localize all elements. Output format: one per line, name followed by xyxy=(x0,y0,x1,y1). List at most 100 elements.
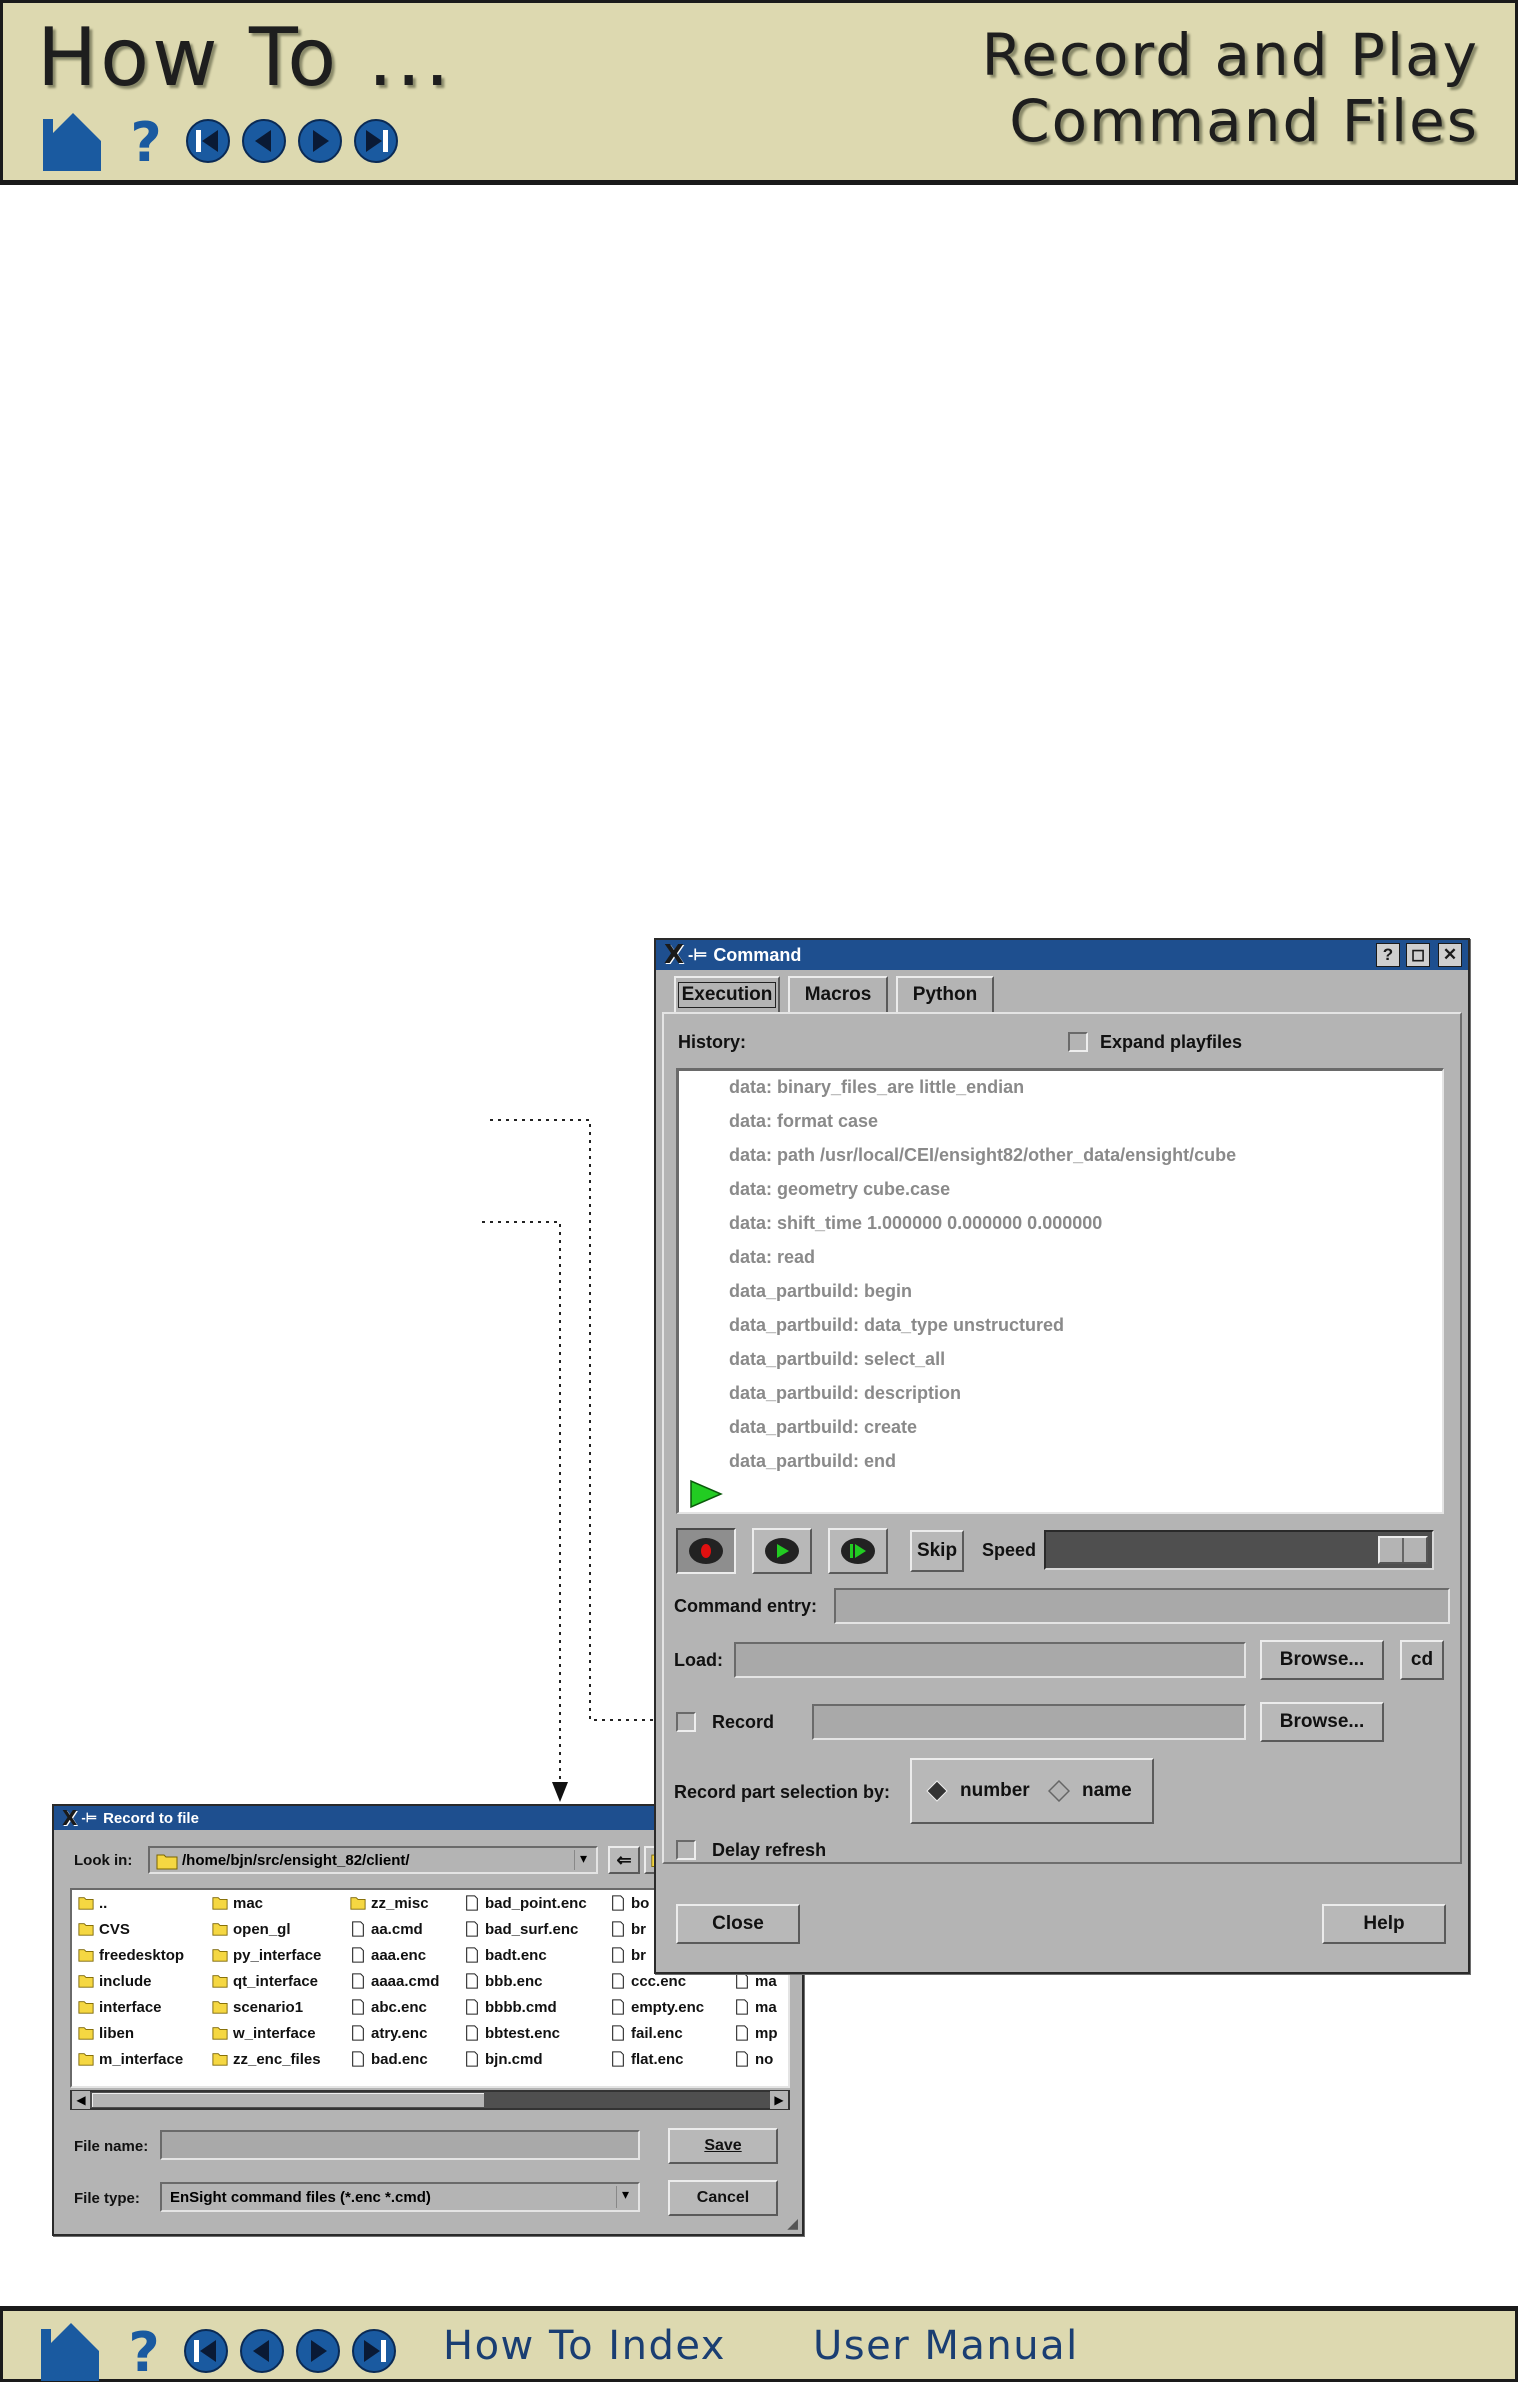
folder-item[interactable]: py_interface xyxy=(212,1946,321,1964)
file-item[interactable]: bo xyxy=(610,1894,649,1912)
delay-refresh-checkbox[interactable] xyxy=(676,1840,696,1860)
file-item[interactable]: no xyxy=(734,2050,773,2068)
chevron-down-icon[interactable]: ▾ xyxy=(574,1850,592,1870)
file-item[interactable]: br xyxy=(610,1920,646,1938)
speed-slider[interactable] xyxy=(1044,1530,1434,1570)
history-row[interactable]: data_partbuild: end xyxy=(729,1451,896,1472)
folder-item[interactable]: w_interface xyxy=(212,2024,316,2042)
history-row[interactable]: data_partbuild: create xyxy=(729,1417,917,1438)
file-item[interactable]: aa.cmd xyxy=(350,1920,423,1938)
file-item[interactable]: br xyxy=(610,1946,646,1964)
play-button[interactable] xyxy=(752,1528,812,1574)
help-icon[interactable]: ? xyxy=(123,2323,165,2379)
file-item[interactable]: fail.enc xyxy=(610,2024,683,2042)
last-page-icon[interactable] xyxy=(351,2328,397,2374)
history-row[interactable]: data_partbuild: begin xyxy=(729,1281,912,1302)
back-button[interactable]: ⇐ xyxy=(608,1846,640,1874)
folder-item[interactable]: open_gl xyxy=(212,1920,291,1938)
file-item[interactable]: bbtest.enc xyxy=(464,2024,560,2042)
maximize-icon[interactable]: ◻ xyxy=(1406,943,1430,967)
history-row[interactable]: data_partbuild: data_type unstructured xyxy=(729,1315,1064,1336)
file-item[interactable]: ccc.enc xyxy=(610,1972,686,1990)
next-page-icon[interactable] xyxy=(295,2328,341,2374)
load-browse-button[interactable]: Browse... xyxy=(1260,1640,1384,1680)
home-icon[interactable] xyxy=(37,2321,103,2381)
resize-grip-icon[interactable]: ◢ xyxy=(787,2215,798,2232)
radio-number[interactable]: number xyxy=(926,1780,1030,1802)
tab-macros[interactable]: Macros xyxy=(788,976,888,1012)
record-checkbox[interactable] xyxy=(676,1712,696,1732)
home-icon[interactable] xyxy=(39,111,105,171)
scroll-left-icon[interactable]: ◀ xyxy=(72,2091,90,2109)
folder-item[interactable]: m_interface xyxy=(78,2050,183,2068)
cancel-button[interactable]: Cancel xyxy=(668,2180,778,2216)
user-manual-link[interactable]: User Manual xyxy=(813,2323,1079,2369)
expand-playfiles-checkbox[interactable] xyxy=(1068,1032,1088,1052)
folder-item[interactable]: qt_interface xyxy=(212,1972,318,1990)
history-row[interactable]: data: read xyxy=(729,1247,815,1268)
file-item[interactable]: empty.enc xyxy=(610,1998,704,2016)
history-row[interactable]: data_partbuild: select_all xyxy=(729,1349,945,1370)
file-name-field[interactable] xyxy=(160,2130,640,2160)
folder-item[interactable]: include xyxy=(78,1972,152,1990)
file-item[interactable]: bjn.cmd xyxy=(464,2050,543,2068)
file-item[interactable]: bad.enc xyxy=(350,2050,428,2068)
file-item[interactable]: atry.enc xyxy=(350,2024,427,2042)
file-item[interactable]: mp xyxy=(734,2024,778,2042)
tab-execution[interactable]: Execution xyxy=(674,976,780,1012)
history-row[interactable]: data_partbuild: description xyxy=(729,1383,961,1404)
previous-page-icon[interactable] xyxy=(239,2328,285,2374)
file-item[interactable]: bbbb.cmd xyxy=(464,1998,557,2016)
how-to-index-link[interactable]: How To Index xyxy=(443,2323,726,2369)
tab-python[interactable]: Python xyxy=(896,976,994,1012)
command-entry-field[interactable] xyxy=(834,1588,1450,1624)
history-row[interactable]: data: shift_time 1.000000 0.000000 0.000… xyxy=(729,1213,1102,1234)
folder-item[interactable]: liben xyxy=(78,2024,134,2042)
folder-item[interactable]: zz_misc xyxy=(350,1894,429,1912)
history-row[interactable]: data: path /usr/local/CEI/ensight82/othe… xyxy=(729,1145,1236,1166)
file-item[interactable]: flat.enc xyxy=(610,2050,684,2068)
cd-button[interactable]: cd xyxy=(1400,1640,1444,1680)
previous-page-icon[interactable] xyxy=(241,118,287,164)
help-icon[interactable]: ? xyxy=(125,113,167,169)
first-page-icon[interactable] xyxy=(183,2328,229,2374)
help-window-icon[interactable]: ? xyxy=(1376,943,1400,967)
record-field[interactable] xyxy=(812,1704,1246,1740)
file-item[interactable]: abc.enc xyxy=(350,1998,427,2016)
speed-slider-thumb[interactable] xyxy=(1378,1536,1428,1564)
close-window-icon[interactable]: ✕ xyxy=(1438,943,1462,967)
step-button[interactable] xyxy=(828,1528,888,1574)
folder-item[interactable]: CVS xyxy=(78,1920,130,1938)
chevron-down-icon[interactable]: ▾ xyxy=(616,2186,634,2208)
folder-item[interactable]: .. xyxy=(78,1894,107,1912)
record-toggle-button[interactable] xyxy=(676,1528,736,1574)
folder-item[interactable]: scenario1 xyxy=(212,1998,303,2016)
history-row[interactable]: data: binary_files_are little_endian xyxy=(729,1077,1024,1098)
file-item[interactable]: aaaa.cmd xyxy=(350,1972,439,1990)
first-page-icon[interactable] xyxy=(185,118,231,164)
folder-item[interactable]: mac xyxy=(212,1894,263,1912)
file-item[interactable]: bad_point.enc xyxy=(464,1894,587,1912)
history-row[interactable]: data: format case xyxy=(729,1111,878,1132)
file-item[interactable]: ma xyxy=(734,1998,777,2016)
file-item[interactable]: bad_surf.enc xyxy=(464,1920,578,1938)
load-field[interactable] xyxy=(734,1642,1246,1678)
next-page-icon[interactable] xyxy=(297,118,343,164)
close-button[interactable]: Close xyxy=(676,1904,800,1944)
file-item[interactable]: aaa.enc xyxy=(350,1946,426,1964)
record-browse-button[interactable]: Browse... xyxy=(1260,1702,1384,1742)
scroll-right-icon[interactable]: ▶ xyxy=(770,2091,788,2109)
skip-button[interactable]: Skip xyxy=(910,1530,964,1572)
last-page-icon[interactable] xyxy=(353,118,399,164)
look-in-combo[interactable]: /home/bjn/src/ensight_82/client/ ▾ xyxy=(148,1846,598,1874)
file-item[interactable]: badt.enc xyxy=(464,1946,547,1964)
pin-icon[interactable]: -⊨ xyxy=(81,1810,97,1826)
history-row[interactable]: data: geometry cube.case xyxy=(729,1179,950,1200)
save-button[interactable]: Save xyxy=(668,2128,778,2164)
folder-item[interactable]: freedesktop xyxy=(78,1946,184,1964)
radio-name[interactable]: name xyxy=(1048,1780,1132,1802)
file-list-scrollbar[interactable]: ◀ ▶ xyxy=(70,2090,790,2110)
folder-item[interactable]: interface xyxy=(78,1998,162,2016)
file-item[interactable]: bbb.enc xyxy=(464,1972,543,1990)
help-button[interactable]: Help xyxy=(1322,1904,1446,1944)
